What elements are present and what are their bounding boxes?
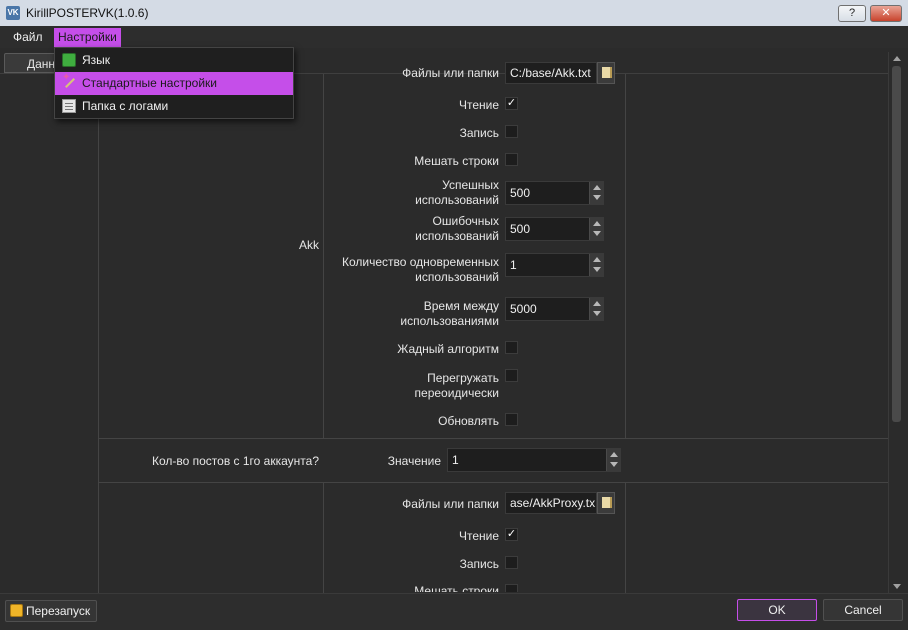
akk-error-label: Ошибочных <box>432 214 499 228</box>
menu-item-default-settings[interactable]: Стандартные настройки <box>55 72 293 95</box>
spin-arrows-icon[interactable] <box>589 254 603 276</box>
akk-shuffle-checkbox[interactable] <box>505 153 518 166</box>
tab-data-label: Данн <box>27 57 56 71</box>
posts-value: 1 <box>452 453 459 467</box>
column-divider <box>625 482 626 593</box>
akk-success-label: Успешных <box>442 178 499 192</box>
spin-arrows-icon[interactable] <box>589 218 603 240</box>
akk-interval-value: 5000 <box>510 302 537 316</box>
vertical-scrollbar[interactable] <box>888 52 904 593</box>
row-divider <box>98 482 888 483</box>
window-title: KirillPOSTERVK(1.0.6) <box>26 6 149 20</box>
restart-label: Перезапуск <box>26 604 91 618</box>
vk-logo-icon: VK <box>6 6 20 20</box>
proxy-write-label: Запись <box>459 557 499 571</box>
restart-button[interactable]: Перезапуск <box>5 600 97 622</box>
close-button[interactable]: ✕ <box>870 5 902 22</box>
cancel-button[interactable]: Cancel <box>823 599 903 621</box>
akk-read-label: Чтение <box>458 98 499 112</box>
bottom-bar: Перезапуск OK Cancel <box>0 593 908 630</box>
akk-reload-label: Перегружать <box>427 371 499 385</box>
akk-files-input[interactable]: C:/base/Akk.txt <box>505 62 597 84</box>
column-divider <box>323 482 324 593</box>
akk-reload-label-2: переоидически <box>414 386 499 400</box>
ok-button[interactable]: OK <box>737 599 817 621</box>
akk-success-label-2: использований <box>415 193 499 206</box>
proxy-files-label: Файлы или папки <box>402 497 499 511</box>
akk-error-spinbox[interactable]: 500 <box>505 217 604 241</box>
proxy-read-label: Чтение <box>458 529 499 543</box>
posts-value-spinbox[interactable]: 1 <box>447 448 621 472</box>
menu-item-label: Стандартные настройки <box>82 76 217 90</box>
akk-success-value: 500 <box>510 186 531 200</box>
proxy-read-checkbox[interactable]: ✓ <box>505 528 518 541</box>
akk-interval-label-2: использованиями <box>400 314 499 328</box>
column-divider <box>625 74 626 438</box>
menu-bar: Файл Настройки <box>0 26 908 48</box>
akk-write-checkbox[interactable] <box>505 125 518 138</box>
akk-update-label: Обновлять <box>438 414 499 428</box>
column-divider <box>98 74 99 593</box>
akk-simultaneous-label: Количество одновременных <box>341 255 499 269</box>
akk-shuffle-label: Мешать строки <box>414 154 499 168</box>
akk-simultaneous-value: 1 <box>510 258 517 272</box>
clip-wrapper: Мешать строки <box>330 582 530 592</box>
akk-greedy-checkbox[interactable] <box>505 341 518 354</box>
akk-reload-checkbox[interactable] <box>505 369 518 382</box>
proxy-files-input[interactable]: ase/AkkProxy.tx <box>505 492 597 514</box>
posts-group-label: Кол-во постов с 1го аккаунта? <box>151 454 319 468</box>
app-window: VK KirillPOSTERVK(1.0.6) ? ✕ Файл Настро… <box>0 0 908 630</box>
scroll-down-icon[interactable] <box>893 584 901 589</box>
spin-arrows-icon[interactable] <box>589 298 603 320</box>
akk-interval-label: Время между <box>423 299 499 313</box>
akk-read-checkbox[interactable]: ✓ <box>505 97 518 110</box>
scroll-thumb[interactable] <box>892 66 901 422</box>
akk-error-value: 500 <box>510 222 531 236</box>
akk-group-label: Akk <box>298 238 319 252</box>
menu-file[interactable]: Файл <box>9 28 47 47</box>
help-button[interactable]: ? <box>838 5 866 22</box>
log-folder-icon <box>62 99 76 113</box>
title-bar: VK KirillPOSTERVK(1.0.6) ? ✕ <box>0 0 908 26</box>
akk-files-label: Файлы или папки <box>402 66 499 80</box>
restart-icon <box>10 604 23 617</box>
menu-item-language[interactable]: Язык <box>55 49 293 72</box>
spin-arrows-icon[interactable] <box>589 182 603 204</box>
menu-item-log-folder[interactable]: Папка с логами <box>55 95 293 118</box>
magic-wand-icon <box>62 72 76 90</box>
akk-greedy-label: Жадный алгоритм <box>397 342 499 356</box>
proxy-shuffle-label: Мешать строки <box>414 584 499 592</box>
proxy-shuffle-checkbox[interactable] <box>505 584 518 592</box>
spin-arrows-icon[interactable] <box>606 449 620 471</box>
row-divider <box>98 438 888 439</box>
settings-panel <box>0 73 888 593</box>
column-divider <box>323 74 324 438</box>
menu-settings[interactable]: Настройки <box>54 28 121 47</box>
akk-update-checkbox[interactable] <box>505 413 518 426</box>
akk-success-spinbox[interactable]: 500 <box>505 181 604 205</box>
akk-write-label: Запись <box>459 126 499 140</box>
language-icon <box>62 53 76 67</box>
menu-item-label: Папка с логами <box>82 99 169 113</box>
posts-value-label: Значение <box>387 454 441 468</box>
menu-item-label: Язык <box>82 53 111 67</box>
akk-interval-spinbox[interactable]: 5000 <box>505 297 604 321</box>
scroll-up-icon[interactable] <box>893 56 901 61</box>
akk-simultaneous-spinbox[interactable]: 1 <box>505 253 604 277</box>
akk-error-label-2: использований <box>415 229 499 242</box>
proxy-folder-browse-icon[interactable] <box>597 492 615 514</box>
settings-dropdown: Язык Стандартные настройки Папка с логам… <box>54 47 294 119</box>
akk-simultaneous-label-2: использований <box>415 270 499 284</box>
proxy-write-checkbox[interactable] <box>505 556 518 569</box>
akk-folder-browse-icon[interactable] <box>597 62 615 84</box>
